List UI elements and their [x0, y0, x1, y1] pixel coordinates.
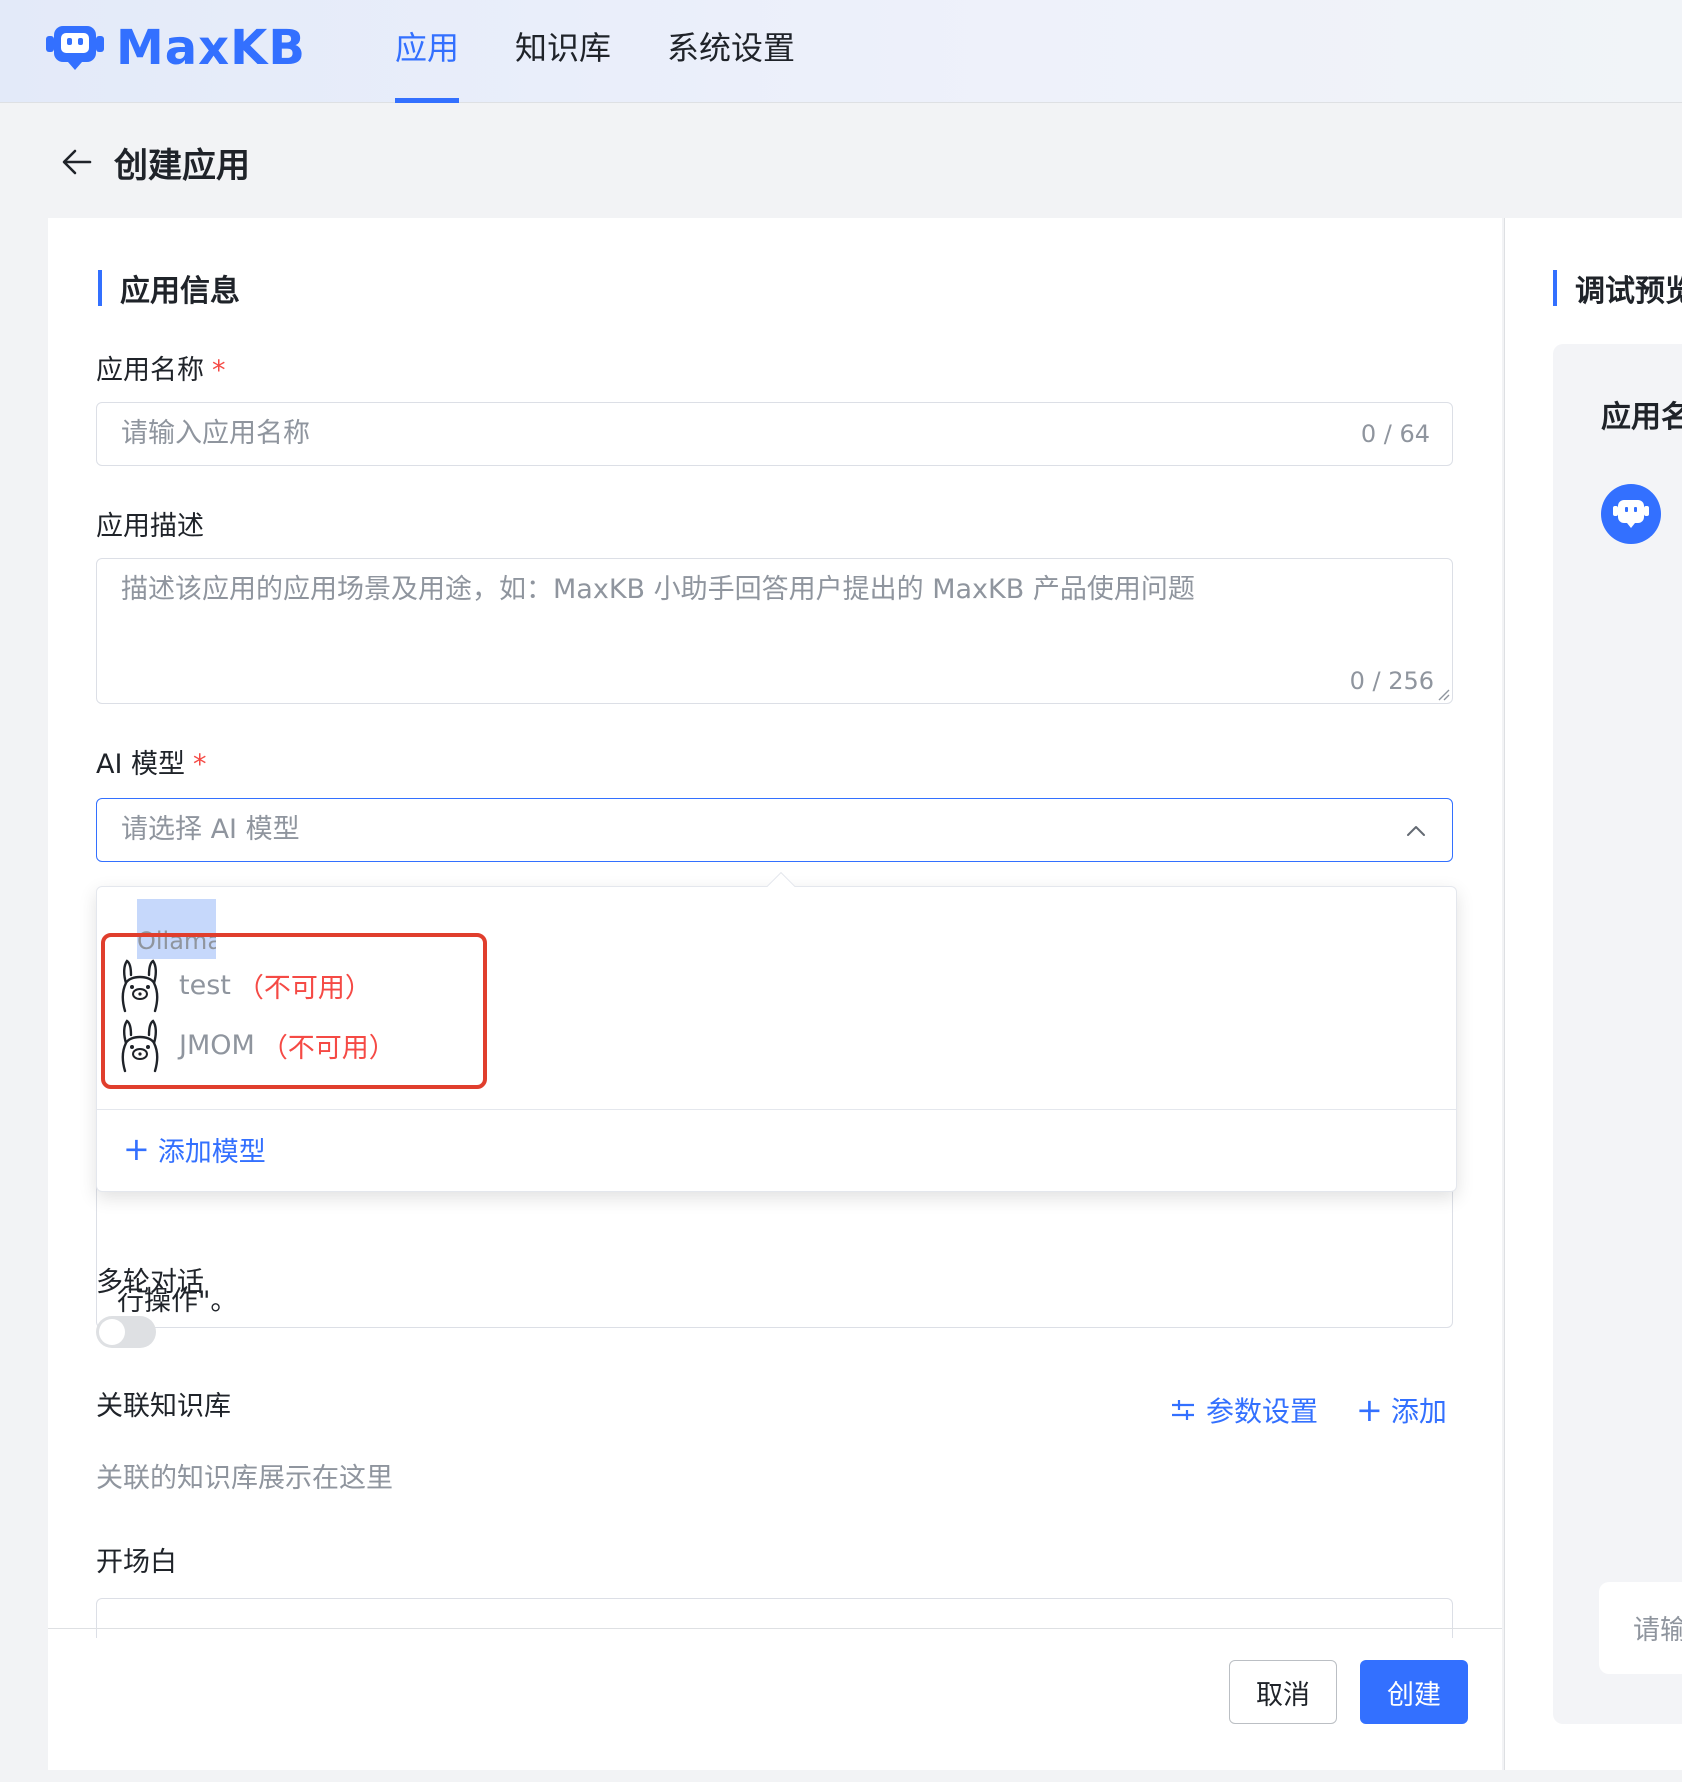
cancel-button[interactable]: 取消 — [1229, 1660, 1337, 1724]
opening-editor[interactable] — [96, 1598, 1453, 1638]
sliders-icon — [1172, 1400, 1194, 1420]
knowledge-label: 关联知识库 — [96, 1391, 231, 1422]
add-knowledge-label: 添加 — [1390, 1395, 1447, 1428]
robot-logo-icon — [46, 26, 104, 70]
main-nav: 应用 知识库 系统设置 — [395, 0, 851, 103]
page-title-row: 创建应用 — [60, 140, 250, 186]
nav-item-apps[interactable]: 应用 — [395, 0, 460, 103]
preview-message-input[interactable]: 请输入 — [1599, 1582, 1682, 1674]
section-accent-bar — [98, 270, 102, 306]
app-name-label-text: 应用名称 — [96, 355, 204, 386]
app-name-label: 应用名称 * — [96, 348, 226, 387]
page-title: 创建应用 — [114, 145, 250, 186]
section-title-app-info: 应用信息 — [98, 270, 240, 309]
dropdown-arrow — [766, 871, 796, 901]
preview-avatar — [1601, 484, 1661, 544]
section-title-text: 应用信息 — [120, 274, 240, 309]
section-accent-bar — [1553, 270, 1557, 306]
preview-title-text: 调试预览 — [1575, 274, 1682, 309]
preview-input-placeholder: 请输入 — [1633, 1615, 1682, 1646]
app-name-counter: 0 / 64 — [1360, 420, 1430, 448]
ai-model-placeholder: 请选择 AI 模型 — [121, 814, 300, 845]
preview-chat-area: 应用名称 请输入 — [1553, 344, 1682, 1724]
plus-icon: + — [123, 1130, 150, 1168]
debug-preview-panel: 调试预览 应用名称 请输入 — [1504, 218, 1682, 1770]
model-option-status: （不可用） — [260, 1032, 396, 1064]
back-arrow-icon[interactable] — [60, 145, 94, 179]
model-option[interactable]: test （不可用） — [117, 955, 372, 1015]
resize-handle-icon[interactable] — [1436, 687, 1450, 701]
app-description-textarea[interactable]: 描述该应用的应用场景及用途，如：MaxKB 小助手回答用户提出的 MaxKB 产… — [96, 558, 1453, 704]
chevron-up-icon — [1407, 826, 1425, 836]
llama-icon — [121, 959, 159, 1013]
footer-divider — [48, 1628, 1502, 1629]
create-button[interactable]: 创建 — [1360, 1660, 1468, 1724]
app-description-counter: 0 / 256 — [1349, 667, 1434, 695]
dropdown-divider — [97, 1109, 1456, 1110]
top-header: MaxKB 应用 知识库 系统设置 — [0, 0, 1682, 103]
model-option-name: JMOM — [179, 1029, 255, 1061]
add-knowledge-button[interactable]: + 添加 — [1356, 1388, 1447, 1432]
ai-model-label: AI 模型 * — [96, 742, 207, 781]
llama-icon — [121, 1019, 159, 1073]
add-model-button[interactable]: + 添加模型 — [123, 1127, 266, 1171]
knowledge-empty-hint: 关联的知识库展示在这里 — [96, 1463, 393, 1494]
model-option-name: test — [179, 969, 231, 1001]
add-model-label: 添加模型 — [157, 1136, 266, 1168]
robot-avatar-icon — [1613, 500, 1649, 528]
brand-name: MaxKB — [116, 20, 306, 76]
app-description-placeholder: 描述该应用的应用场景及用途，如：MaxKB 小助手回答用户提出的 MaxKB 产… — [121, 574, 1195, 605]
preview-app-name: 应用名称 — [1601, 400, 1682, 435]
required-mark: * — [212, 355, 226, 386]
preview-section-title: 调试预览 — [1553, 270, 1682, 309]
app-form-card: 应用信息 应用名称 * 请输入应用名称 0 / 64 应用描述 描述该应用的应用场… — [48, 218, 1502, 1770]
opening-label: 开场白 — [96, 1547, 177, 1578]
ai-model-dropdown: Ollama test （不可用） JMOM （不可用） + 添加模型 — [96, 871, 1457, 1192]
app-description-label: 应用描述 — [96, 511, 204, 542]
model-group-label: Ollama — [137, 899, 216, 959]
param-settings-button[interactable]: 参数设置 — [1170, 1388, 1318, 1432]
app-name-placeholder: 请输入应用名称 — [121, 418, 310, 449]
ai-model-select[interactable]: 请选择 AI 模型 — [96, 798, 1453, 862]
param-settings-label: 参数设置 — [1206, 1395, 1319, 1428]
ai-model-label-text: AI 模型 — [96, 749, 186, 780]
nav-item-knowledge[interactable]: 知识库 — [515, 0, 611, 103]
nav-item-settings[interactable]: 系统设置 — [667, 0, 795, 103]
multi-turn-label: 多轮对话 — [96, 1267, 204, 1298]
plus-icon: + — [1356, 1391, 1383, 1429]
app-name-input[interactable]: 请输入应用名称 0 / 64 — [96, 402, 1453, 466]
multi-turn-toggle[interactable] — [96, 1316, 156, 1348]
brand-logo[interactable]: MaxKB — [44, 22, 306, 74]
toggle-knob — [99, 1319, 125, 1345]
required-mark: * — [193, 749, 207, 780]
model-option-status: （不可用） — [236, 972, 372, 1004]
model-option[interactable]: JMOM （不可用） — [117, 1015, 396, 1075]
